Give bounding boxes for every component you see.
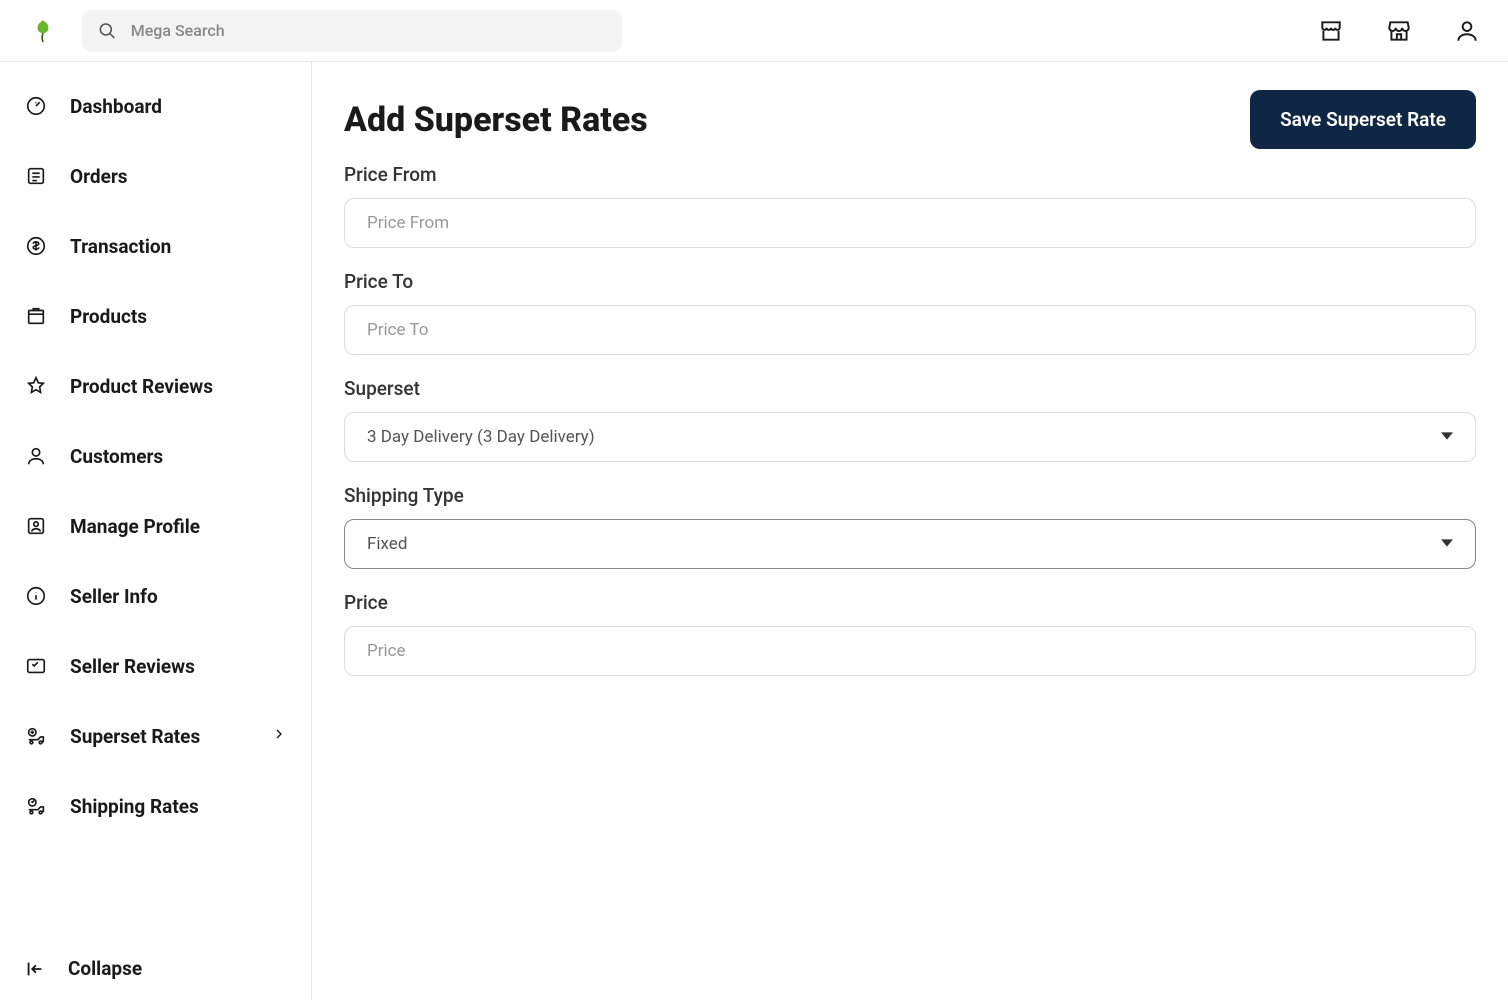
search-icon	[98, 21, 117, 41]
storefront-icon[interactable]	[1318, 18, 1344, 44]
sidebar-item-label: Product Reviews	[70, 375, 213, 398]
sidebar-item-label: Orders	[70, 165, 128, 188]
sidebar-item-label: Manage Profile	[70, 515, 200, 538]
header-actions	[1318, 18, 1480, 44]
sidebar-item-orders[interactable]: Orders	[12, 148, 299, 204]
form-group-superset: Superset 3 Day Delivery (3 Day Delivery)	[344, 377, 1476, 462]
price-input[interactable]	[344, 626, 1476, 676]
sidebar-collapse[interactable]: Collapse	[12, 937, 299, 1000]
sidebar-item-manage-profile[interactable]: Manage Profile	[12, 498, 299, 554]
sidebar-item-products[interactable]: Products	[12, 288, 299, 344]
content: Add Superset Rates Save Superset Rate Pr…	[312, 62, 1508, 1000]
price-to-input[interactable]	[344, 305, 1476, 355]
sidebar-item-seller-reviews[interactable]: Seller Reviews	[12, 638, 299, 694]
sidebar-item-label: Superset Rates	[70, 725, 200, 748]
sidebar-item-label: Transaction	[70, 235, 171, 258]
list-icon	[24, 164, 48, 188]
price-to-label: Price To	[344, 270, 1476, 293]
form-group-price-to: Price To	[344, 270, 1476, 355]
sidebar-item-label: Shipping Rates	[70, 795, 199, 818]
superset-select[interactable]: 3 Day Delivery (3 Day Delivery)	[344, 412, 1476, 462]
dollar-icon	[24, 234, 48, 258]
sidebar-item-label: Seller Info	[70, 585, 158, 608]
sidebar-item-seller-info[interactable]: Seller Info	[12, 568, 299, 624]
sidebar-item-label: Dashboard	[70, 95, 162, 118]
form-group-price-from: Price From	[344, 163, 1476, 248]
save-superset-rate-button[interactable]: Save Superset Rate	[1250, 90, 1476, 149]
shipping-type-select[interactable]: Fixed	[344, 519, 1476, 569]
superset-label: Superset	[344, 377, 1476, 400]
package-icon	[24, 304, 48, 328]
shipping-type-label: Shipping Type	[344, 484, 1476, 507]
form-group-price: Price	[344, 591, 1476, 676]
collapse-icon	[24, 958, 46, 980]
shipping-rate-icon	[24, 794, 48, 818]
user-icon[interactable]	[1454, 18, 1480, 44]
shipping-type-selected-value: Fixed	[367, 534, 407, 554]
sidebar: Dashboard Orders Transaction Products Pr…	[0, 62, 312, 1000]
chevron-right-icon	[271, 726, 287, 746]
gauge-icon	[24, 94, 48, 118]
search-box[interactable]	[82, 10, 622, 52]
review-icon	[24, 654, 48, 678]
price-from-label: Price From	[344, 163, 1476, 186]
sidebar-collapse-label: Collapse	[68, 957, 142, 980]
form-group-shipping-type: Shipping Type Fixed	[344, 484, 1476, 569]
sidebar-item-dashboard[interactable]: Dashboard	[12, 78, 299, 134]
sidebar-item-customers[interactable]: Customers	[12, 428, 299, 484]
caret-down-icon	[1441, 427, 1453, 447]
brand-logo[interactable]	[28, 16, 58, 46]
caret-down-icon	[1441, 534, 1453, 554]
search-input[interactable]	[131, 21, 606, 40]
superset-selected-value: 3 Day Delivery (3 Day Delivery)	[367, 427, 595, 447]
sidebar-item-transaction[interactable]: Transaction	[12, 218, 299, 274]
price-from-input[interactable]	[344, 198, 1476, 248]
sidebar-item-label: Customers	[70, 445, 163, 468]
sidebar-item-shipping-rates[interactable]: Shipping Rates	[12, 778, 299, 834]
store-alt-icon[interactable]	[1386, 18, 1412, 44]
sidebar-item-label: Products	[70, 305, 147, 328]
truck-rate-icon	[24, 724, 48, 748]
user-icon	[24, 444, 48, 468]
star-icon	[24, 374, 48, 398]
info-icon	[24, 584, 48, 608]
page-title: Add Superset Rates	[344, 100, 648, 140]
sidebar-item-label: Seller Reviews	[70, 655, 195, 678]
sidebar-item-product-reviews[interactable]: Product Reviews	[12, 358, 299, 414]
profile-box-icon	[24, 514, 48, 538]
content-header: Add Superset Rates Save Superset Rate	[344, 90, 1476, 149]
price-label: Price	[344, 591, 1476, 614]
sidebar-item-superset-rates[interactable]: Superset Rates	[12, 708, 299, 764]
header	[0, 0, 1508, 62]
